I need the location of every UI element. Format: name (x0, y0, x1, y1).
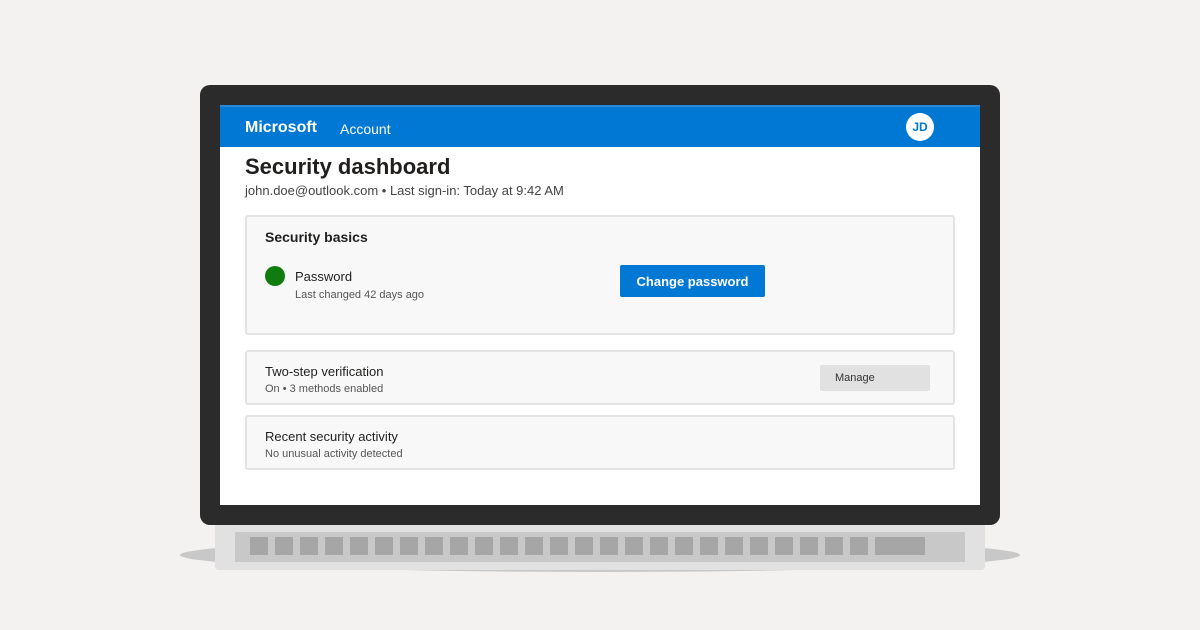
key (325, 537, 343, 555)
key (525, 537, 543, 555)
key (400, 537, 418, 555)
password-status: Last changed 42 days ago (295, 289, 425, 301)
recent-activity-label: Recent security activity (265, 429, 398, 444)
key (300, 537, 318, 555)
two-step-label: Two-step verification (265, 364, 384, 379)
security-basics-title: Security basics (265, 229, 368, 245)
key (850, 537, 868, 555)
top-nav-bar: Microsoft Account JD (220, 105, 980, 147)
key (625, 537, 643, 555)
key (650, 537, 668, 555)
key (600, 537, 618, 555)
key (800, 537, 818, 555)
page-subtitle: john.doe@outlook.com • Last sign-in: Tod… (245, 183, 564, 198)
manage-button[interactable]: Manage (820, 365, 930, 391)
keyboard-keys (250, 537, 925, 555)
nav-account-link[interactable]: Account (340, 121, 391, 137)
key (550, 537, 568, 555)
key (775, 537, 793, 555)
key (675, 537, 693, 555)
key (500, 537, 518, 555)
key (725, 537, 743, 555)
recent-activity-card[interactable]: Recent security activity No unusual acti… (245, 415, 955, 470)
status-ok-icon (265, 266, 285, 286)
page-title: Security dashboard (245, 154, 451, 179)
key (425, 537, 443, 555)
brand-logo-text[interactable]: Microsoft (245, 119, 317, 137)
key (475, 537, 493, 555)
two-step-card: Two-step verification On • 3 methods ena… (245, 350, 955, 405)
laptop-screen: Microsoft Account JD Security dashboard … (220, 105, 980, 505)
security-basics-card: Security basics Password Last changed 42… (245, 215, 955, 335)
password-label: Password (295, 269, 353, 284)
two-step-status: On • 3 methods enabled (265, 383, 384, 395)
recent-activity-status: No unusual activity detected (265, 448, 403, 460)
avatar[interactable]: JD (906, 113, 934, 141)
key (450, 537, 468, 555)
key (275, 537, 293, 555)
key (575, 537, 593, 555)
key-wide (875, 537, 925, 555)
key (750, 537, 768, 555)
change-password-button[interactable]: Change password (620, 265, 765, 297)
key (700, 537, 718, 555)
key (825, 537, 843, 555)
key (250, 537, 268, 555)
key (350, 537, 368, 555)
key (375, 537, 393, 555)
